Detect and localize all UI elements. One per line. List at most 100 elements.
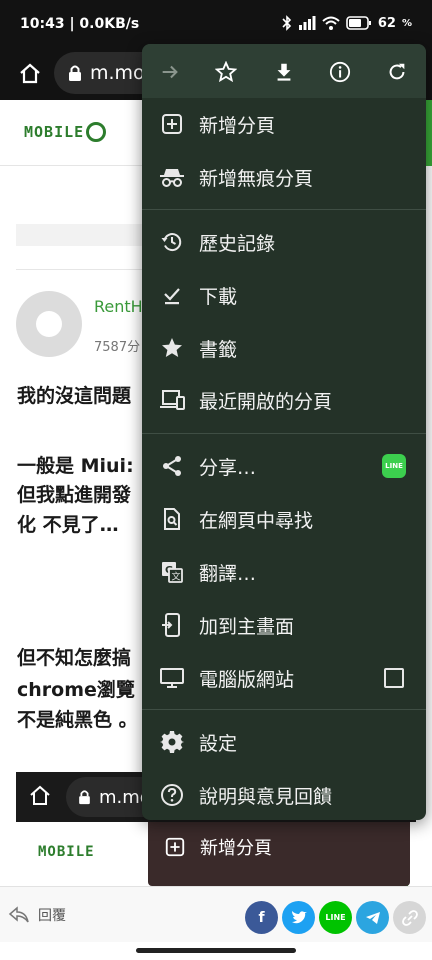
download-done-icon (159, 282, 185, 308)
bookmark-button[interactable] (210, 56, 242, 88)
lock-icon (69, 65, 81, 81)
menu-divider (142, 209, 426, 210)
menu-item-label: 說明與意見回饋 (199, 786, 333, 808)
menu-action-row (142, 44, 426, 98)
url-text: m.mo (90, 62, 145, 84)
bluetooth-icon (282, 15, 292, 31)
desktop-site-checkbox[interactable] (384, 668, 404, 688)
menu-item-history[interactable]: 歷史記錄 (142, 216, 426, 268)
embed-logo: MOBILE (38, 844, 95, 860)
wifi-icon (322, 16, 340, 30)
forward-button[interactable] (154, 56, 186, 88)
avatar[interactable] (16, 291, 82, 357)
menu-item-help[interactable]: 說明與意見回饋 (142, 769, 426, 820)
logo-text: MOBILE (24, 123, 85, 141)
twitter-icon[interactable] (282, 901, 315, 934)
site-logo[interactable]: MOBILE (24, 122, 107, 142)
reply-button[interactable]: 回覆 (8, 905, 66, 925)
divider (16, 269, 146, 270)
gesture-area (0, 942, 432, 960)
line-share-icon[interactable]: LINE (319, 901, 352, 934)
post-line: chrome瀏覽 (17, 679, 135, 701)
menu-item-label: 在網頁中尋找 (199, 510, 314, 532)
menu-item-label: 書籤 (199, 339, 238, 361)
menu-divider (142, 709, 426, 710)
find-in-page-icon (159, 506, 185, 532)
menu-item-bookmarks[interactable]: 書籤 (142, 322, 426, 374)
line-app-icon[interactable]: LINE (382, 454, 406, 478)
menu-item-label: 加到主畫面 (199, 616, 295, 638)
status-time: 10:43 | 0.0KB/s (20, 16, 140, 32)
menu-item-downloads[interactable]: 下載 (142, 269, 426, 321)
gesture-handle[interactable] (136, 948, 296, 953)
share-icons: f LINE (245, 901, 426, 934)
menu-divider (142, 433, 426, 434)
refresh-button[interactable] (381, 56, 413, 88)
home-button[interactable] (12, 56, 48, 92)
menu-item-incognito[interactable]: 新增無痕分頁 (142, 151, 426, 203)
menu-item-label: 分享… (199, 457, 257, 479)
menu-item-label: 下載 (199, 286, 238, 308)
reply-label: 回覆 (38, 908, 66, 924)
history-icon (159, 229, 185, 255)
devices-icon (159, 387, 185, 413)
overflow-menu: 新增分頁 新增無痕分頁 歷史記錄 下載 書籤 最近開啟的分頁 分享… LINE … (142, 44, 426, 820)
post-meta: 7587分 (94, 340, 141, 355)
translate-icon: G文 (159, 559, 185, 585)
menu-item-label: 最近開啟的分頁 (199, 391, 333, 413)
embed-home-icon (30, 785, 50, 805)
menu-item-new-tab[interactable]: 新增分頁 (142, 98, 426, 150)
embed-plus-box-icon (165, 837, 185, 857)
facebook-icon[interactable]: f (245, 901, 278, 934)
download-button[interactable] (268, 56, 300, 88)
author-name[interactable]: RentH (94, 297, 143, 316)
post-line: 我的沒這問題 (17, 385, 132, 407)
incognito-icon (159, 164, 185, 190)
signal-icon (298, 16, 316, 30)
page-info-button[interactable] (324, 56, 356, 88)
star-filled-icon (159, 335, 185, 361)
copy-link-icon[interactable] (393, 901, 426, 934)
menu-item-label: 新增無痕分頁 (199, 168, 314, 190)
post-line: 但不知怎麼搞 (17, 647, 132, 669)
telegram-icon[interactable] (356, 901, 389, 934)
svg-text:文: 文 (172, 571, 181, 583)
forward-arrow-icon (162, 65, 178, 79)
logo-mark-icon (86, 122, 107, 142)
menu-item-recent-tabs[interactable]: 最近開啟的分頁 (142, 374, 426, 426)
menu-item-label: 新增分頁 (199, 115, 276, 137)
post-line: 一般是 Miui: (17, 455, 134, 477)
post-line: 化 不見了… (17, 514, 119, 536)
star-outline-icon (215, 61, 237, 83)
status-bar: 10:43 | 0.0KB/s 62% (0, 0, 432, 48)
menu-item-find-in-page[interactable]: 在網頁中尋找 (142, 493, 426, 545)
post-line: 不是純黑色 。 (17, 709, 138, 731)
placeholder-band (16, 224, 146, 246)
desktop-icon (159, 665, 185, 691)
menu-item-share[interactable]: 分享… LINE (142, 440, 426, 492)
share-icon (159, 453, 185, 479)
plus-box-icon (159, 111, 185, 137)
gear-icon (159, 729, 185, 755)
help-icon (159, 782, 185, 808)
embed-menu: 新增分頁 (148, 822, 410, 886)
menu-item-add-to-home[interactable]: 加到主畫面 (142, 599, 426, 651)
menu-item-desktop-site[interactable]: 電腦版網站 (142, 652, 426, 704)
menu-item-label: 設定 (199, 733, 238, 755)
embed-menu-item: 新增分頁 (164, 834, 272, 860)
battery-icon (346, 16, 371, 30)
home-icon (20, 63, 40, 84)
embed-menu-label: 新增分頁 (200, 838, 272, 859)
menu-item-label: 翻譯… (199, 563, 257, 585)
reply-icon (8, 906, 29, 923)
status-icons: 62% (282, 15, 412, 31)
embed-lock-icon (79, 790, 90, 805)
battery-percent: 62 (377, 15, 396, 31)
share-bar: 回覆 f LINE (0, 886, 432, 942)
menu-item-translate[interactable]: G文 翻譯… (142, 546, 426, 598)
avatar-glyph-icon (36, 311, 62, 337)
info-icon (329, 61, 351, 83)
menu-item-settings[interactable]: 設定 (142, 716, 426, 768)
percent-sign-icon: % (401, 17, 412, 29)
menu-item-label: 歷史記錄 (199, 233, 276, 255)
